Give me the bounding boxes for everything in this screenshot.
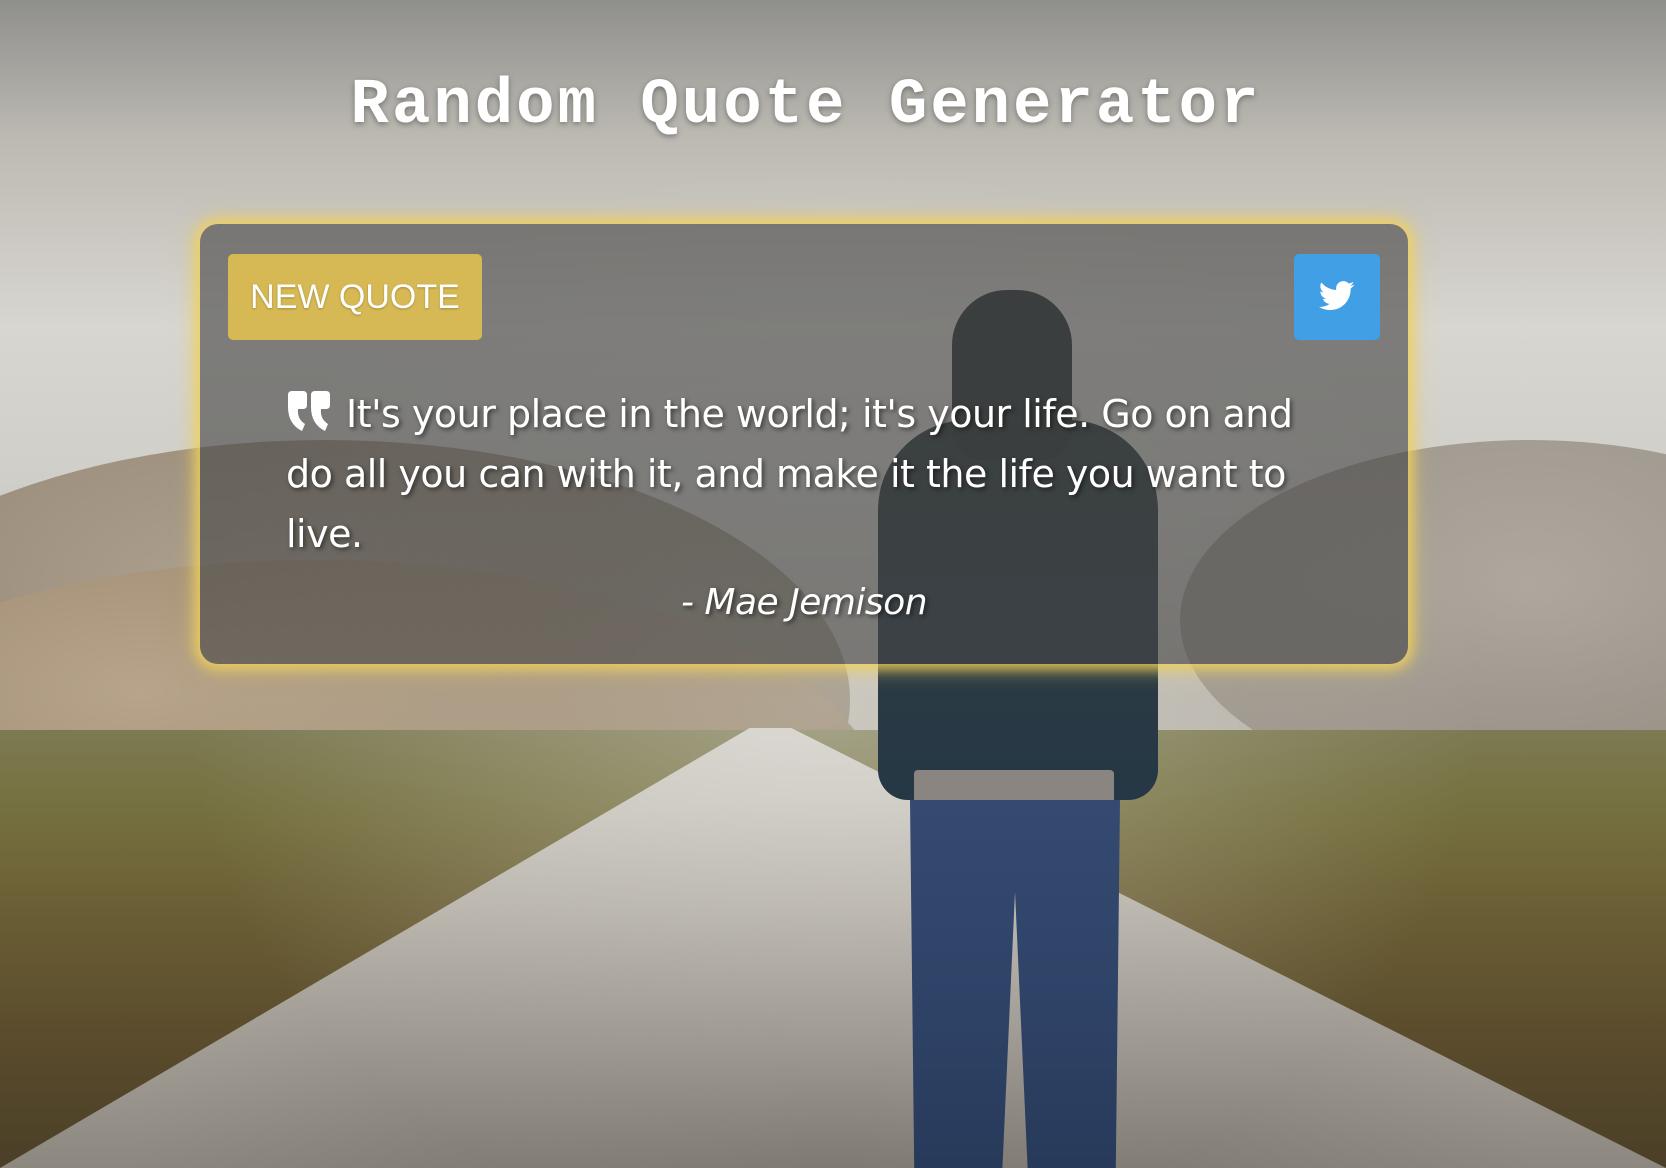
quote-text-block: It's your place in the world; it's your … [286, 384, 1296, 564]
quote-card: NEW QUOTE It's your place in the world; … [200, 224, 1408, 664]
tweet-button[interactable] [1294, 254, 1380, 340]
quote-author: - Mae Jemison [680, 582, 928, 623]
person-jeans [910, 800, 1120, 1168]
page-title: Random Quote Generator [350, 70, 1262, 142]
quote-left-icon [286, 391, 332, 433]
new-quote-button[interactable]: NEW QUOTE [228, 254, 482, 340]
twitter-icon [1319, 280, 1355, 314]
quote-text: It's your place in the world; it's your … [286, 392, 1293, 556]
